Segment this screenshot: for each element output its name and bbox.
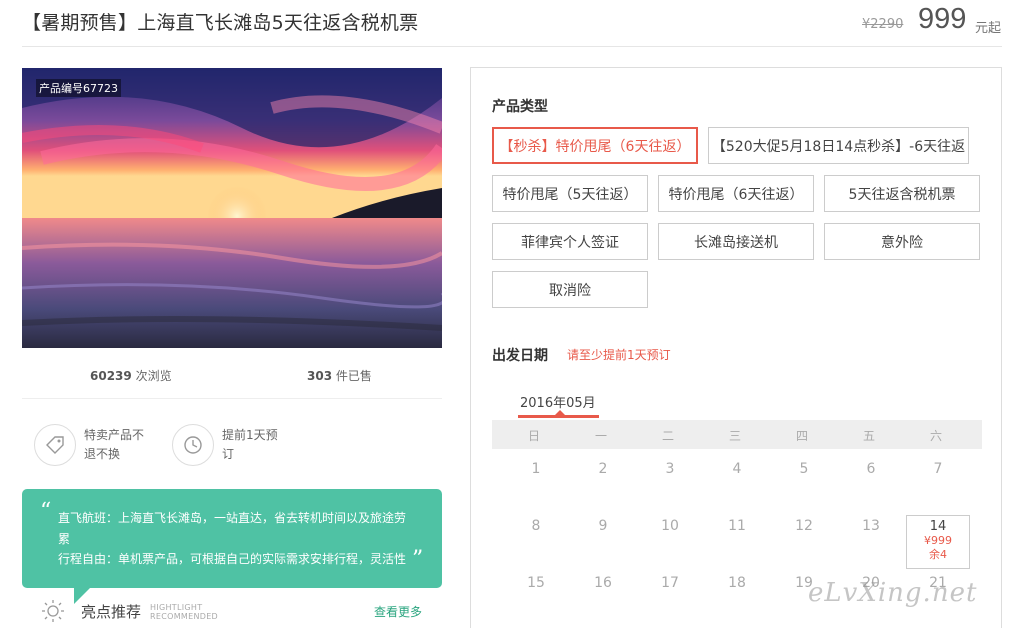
view-count: 60239 次浏览 bbox=[90, 367, 172, 384]
available-day-number: 14 bbox=[929, 519, 947, 534]
calendar-day: 18 bbox=[728, 575, 746, 591]
sun-icon bbox=[40, 598, 66, 628]
sold-count: 303 件已售 bbox=[307, 367, 372, 384]
month-tab-caret bbox=[555, 410, 565, 415]
option-5day-ticket[interactable]: 5天往返含税机票 bbox=[824, 175, 980, 212]
calendar-day: 2 bbox=[598, 461, 608, 477]
option-special-5day[interactable]: 特价甩尾（5天往返） bbox=[492, 175, 648, 212]
calendar-day: 17 bbox=[661, 575, 679, 591]
calendar-day: 1 bbox=[531, 461, 541, 477]
option-special-6day[interactable]: 特价甩尾（6天往返） bbox=[658, 175, 814, 212]
weekday-mon: 一 bbox=[594, 429, 607, 443]
option-520-flash-sale[interactable]: 【520大促5月18日14点秒杀】-6天往返 bbox=[708, 127, 969, 164]
calendar-day: 5 bbox=[799, 461, 809, 477]
close-quote-icon: ” bbox=[412, 547, 424, 572]
open-quote-icon: “ bbox=[40, 499, 52, 524]
feature-no-refund: 特卖产品不退不换 bbox=[84, 428, 145, 461]
calendar-day: 11 bbox=[728, 518, 746, 534]
current-price: 999 bbox=[918, 3, 967, 35]
calendar-day: 15 bbox=[527, 575, 545, 591]
weekday-fri: 五 bbox=[862, 429, 875, 443]
product-photo[interactable] bbox=[22, 68, 442, 348]
option-airport-transfer[interactable]: 长滩岛接送机 bbox=[658, 223, 814, 260]
weekday-tue: 二 bbox=[661, 429, 674, 443]
highlight-line-2: 行程自由：单机票产品，可根据自己的实际需求安排行程，灵活性 bbox=[58, 552, 407, 566]
tag-icon bbox=[34, 424, 76, 466]
option-cancel-insurance[interactable]: 取消险 bbox=[492, 271, 648, 308]
highlights-title-en-2: RECOMMENDED bbox=[150, 612, 219, 621]
calendar-day: 13 bbox=[862, 518, 880, 534]
clock-icon bbox=[172, 424, 214, 466]
option-accident-insurance[interactable]: 意外险 bbox=[824, 223, 980, 260]
weekday-sun: 日 bbox=[527, 429, 540, 443]
calendar-day: 8 bbox=[531, 518, 541, 534]
watermark: eLvXing.net bbox=[808, 578, 978, 608]
view-count-number: 60239 bbox=[90, 369, 132, 383]
calendar-day: 7 bbox=[933, 461, 943, 477]
calendar-day: 3 bbox=[665, 461, 675, 477]
sold-count-number: 303 bbox=[307, 369, 333, 383]
stats-divider bbox=[22, 398, 442, 399]
highlight-line-1: 直飞航班：上海直飞长滩岛，一站直达，省去转机时间以及旅途劳累 bbox=[58, 511, 407, 546]
month-tab[interactable]: 2016年05月 bbox=[520, 392, 596, 411]
highlights-title: 亮点推荐 bbox=[81, 603, 142, 621]
feature-book-ahead: 提前1天预订 bbox=[222, 428, 278, 461]
original-price: ¥2290 bbox=[862, 17, 904, 32]
calendar-day: 16 bbox=[594, 575, 612, 591]
calendar-day: 12 bbox=[795, 518, 813, 534]
header-divider bbox=[22, 46, 1002, 47]
view-more-link[interactable]: 查看更多 bbox=[374, 603, 422, 620]
option-flash-sale-6day[interactable]: 【秒杀】特价甩尾（6天往返） bbox=[492, 127, 698, 164]
weekday-thu: 四 bbox=[795, 429, 808, 443]
booking-hint: 请至少提前1天预订 bbox=[567, 348, 671, 362]
page-title: 【暑期预售】上海直飞长滩岛5天往返含税机票 bbox=[22, 12, 419, 34]
calendar-day-available[interactable]: 14 ¥999 余4 bbox=[906, 515, 970, 569]
price-unit: 元起 bbox=[975, 21, 1002, 36]
calendar-day: 10 bbox=[661, 518, 679, 534]
product-type-label: 产品类型 bbox=[492, 99, 548, 115]
weekday-sat: 六 bbox=[929, 429, 942, 443]
weekday-wed: 三 bbox=[728, 429, 741, 443]
highlights-title-en: HIGHTLIGHT RECOMMENDED bbox=[150, 603, 218, 621]
calendar-day: 9 bbox=[598, 518, 608, 534]
month-tab-underline bbox=[518, 415, 599, 418]
sold-count-label: 件已售 bbox=[335, 369, 372, 383]
available-day-stock: 余4 bbox=[929, 548, 947, 561]
product-code: 产品编号67723 bbox=[36, 79, 121, 97]
calendar-day: 6 bbox=[866, 461, 876, 477]
option-visa[interactable]: 菲律宾个人签证 bbox=[492, 223, 648, 260]
highlights-box: “ 直飞航班：上海直飞长滩岛，一站直达，省去转机时间以及旅途劳累 行程自由：单机… bbox=[22, 489, 442, 588]
available-day-price: ¥999 bbox=[924, 534, 952, 547]
view-count-label: 次浏览 bbox=[135, 369, 172, 383]
calendar-day: 4 bbox=[732, 461, 742, 477]
departure-date-label: 出发日期 bbox=[492, 348, 548, 364]
highlights-title-en-1: HIGHTLIGHT bbox=[150, 603, 203, 612]
